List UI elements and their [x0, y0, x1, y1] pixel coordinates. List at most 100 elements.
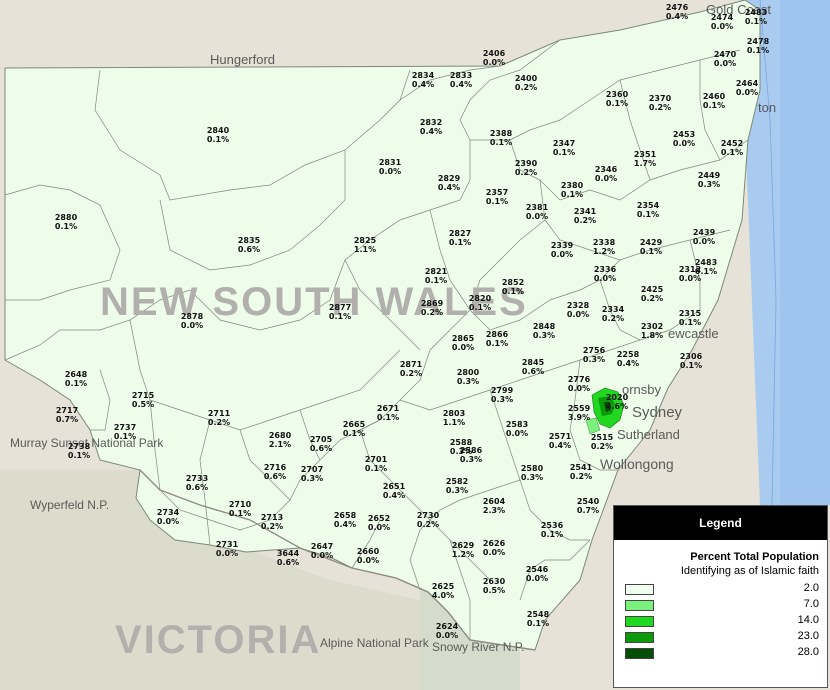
postcode-label[interactable]: 2848 0.3%: [533, 322, 555, 340]
postcode-label[interactable]: 2799 0.3%: [491, 386, 513, 404]
postcode-label[interactable]: 2425 0.2%: [641, 285, 663, 303]
postcode-label[interactable]: 2370 0.2%: [649, 94, 671, 112]
postcode-label[interactable]: 2731 0.0%: [216, 540, 238, 558]
postcode-label[interactable]: 2705 0.6%: [310, 435, 332, 453]
postcode-label[interactable]: 2852 0.1%: [502, 278, 524, 296]
postcode-label[interactable]: 2680 2.1%: [269, 431, 291, 449]
postcode-label[interactable]: 2360 0.1%: [606, 90, 628, 108]
postcode-label[interactable]: 2877 0.1%: [329, 303, 351, 321]
postcode-label[interactable]: 2439 0.0%: [693, 228, 715, 246]
postcode-label[interactable]: 2400 0.2%: [515, 74, 537, 92]
postcode-label[interactable]: 2707 0.3%: [301, 465, 323, 483]
postcode-label[interactable]: 2312 0.0%: [679, 265, 701, 283]
postcode-label[interactable]: 2821 0.1%: [425, 267, 447, 285]
postcode-label[interactable]: 2328 0.0%: [567, 301, 589, 319]
postcode-label[interactable]: 2483 0.1%: [745, 8, 767, 26]
postcode-label[interactable]: 2339 0.0%: [551, 241, 573, 259]
postcode-label[interactable]: 2464 0.0%: [736, 79, 758, 97]
postcode-label[interactable]: 2831 0.0%: [379, 158, 401, 176]
postcode-label[interactable]: 2559 3.9%: [568, 404, 590, 422]
postcode-label[interactable]: 2717 0.7%: [56, 406, 78, 424]
postcode-label[interactable]: 2652 0.0%: [368, 514, 390, 532]
postcode-label[interactable]: 2306 0.1%: [680, 352, 702, 370]
postcode-label[interactable]: 2381 0.0%: [526, 203, 548, 221]
postcode-label[interactable]: 2625 4.0%: [432, 582, 454, 600]
postcode-label[interactable]: 2701 0.1%: [365, 455, 387, 473]
postcode-label[interactable]: 2800 0.3%: [457, 368, 479, 386]
postcode-label[interactable]: 2390 0.2%: [515, 159, 537, 177]
postcode-label[interactable]: 2338 1.2%: [593, 238, 615, 256]
postcode-label[interactable]: 2334 0.2%: [602, 305, 624, 323]
postcode-label[interactable]: 2624 0.0%: [436, 622, 458, 640]
postcode-label[interactable]: 2647 0.0%: [311, 542, 333, 560]
postcode-label[interactable]: 2478 0.1%: [747, 37, 769, 55]
postcode-label[interactable]: 2571 0.4%: [549, 432, 571, 450]
postcode-label[interactable]: 2626 0.0%: [483, 539, 505, 557]
postcode-label[interactable]: 2825 1.1%: [354, 236, 376, 254]
postcode-label[interactable]: 2734 0.0%: [157, 508, 179, 526]
postcode-label[interactable]: 2671 0.1%: [377, 404, 399, 422]
postcode-label[interactable]: 2820 0.1%: [469, 294, 491, 312]
postcode-label[interactable]: 2827 0.1%: [449, 229, 471, 247]
postcode-label[interactable]: 2713 0.2%: [261, 513, 283, 531]
postcode-label[interactable]: 2346 0.0%: [595, 165, 617, 183]
postcode-label[interactable]: 2536 0.1%: [541, 521, 563, 539]
postcode-label[interactable]: 2354 0.1%: [637, 201, 659, 219]
postcode-label[interactable]: 2715 0.5%: [132, 391, 154, 409]
postcode-label[interactable]: 2341 0.2%: [574, 207, 596, 225]
postcode-label[interactable]: 2515 0.2%: [591, 433, 613, 451]
postcode-label[interactable]: 2460 0.1%: [703, 92, 725, 110]
postcode-label[interactable]: 2604 2.3%: [483, 497, 505, 515]
postcode-label[interactable]: 2840 0.1%: [207, 126, 229, 144]
postcode-label[interactable]: 2546 0.0%: [526, 565, 548, 583]
postcode-label[interactable]: 2429 0.1%: [640, 238, 662, 256]
postcode-label[interactable]: 2880 0.1%: [55, 213, 77, 231]
postcode-label[interactable]: 2711 0.2%: [208, 409, 230, 427]
postcode-label[interactable]: 2871 0.2%: [400, 360, 422, 378]
postcode-label[interactable]: 2776 0.0%: [568, 375, 590, 393]
postcode-label[interactable]: 2651 0.4%: [383, 482, 405, 500]
postcode-label[interactable]: 2347 0.1%: [553, 139, 575, 157]
postcode-label[interactable]: 2835 0.6%: [238, 236, 260, 254]
postcode-label[interactable]: 2582 0.3%: [446, 477, 468, 495]
postcode-label[interactable]: 2380 0.1%: [561, 181, 583, 199]
postcode-label[interactable]: 2829 0.4%: [438, 174, 460, 192]
postcode-label[interactable]: 2258 0.4%: [617, 350, 639, 368]
postcode-label[interactable]: 2733 0.6%: [186, 474, 208, 492]
postcode-label[interactable]: 2586 0.3%: [460, 446, 482, 464]
postcode-label[interactable]: 2665 0.1%: [343, 420, 365, 438]
postcode-label[interactable]: 2476 0.4%: [666, 3, 688, 21]
postcode-label[interactable]: 2315 0.1%: [679, 309, 701, 327]
postcode-label[interactable]: 2452 0.1%: [721, 139, 743, 157]
postcode-label[interactable]: 2738 0.1%: [68, 442, 90, 460]
postcode-label[interactable]: 2845 0.6%: [522, 358, 544, 376]
postcode-label[interactable]: 2716 0.6%: [264, 463, 286, 481]
postcode-label[interactable]: 2833 0.4%: [450, 71, 472, 89]
postcode-label[interactable]: 2540 0.7%: [577, 497, 599, 515]
postcode-label[interactable]: 2336 0.0%: [594, 265, 616, 283]
postcode-label[interactable]: 2302 1.8%: [641, 322, 663, 340]
postcode-label[interactable]: 2648 0.1%: [65, 370, 87, 388]
postcode-label[interactable]: 2869 0.2%: [421, 299, 443, 317]
postcode-label[interactable]: 2548 0.1%: [527, 610, 549, 628]
postcode-label[interactable]: 2629 1.2%: [452, 541, 474, 559]
postcode-label[interactable]: 2470 0.0%: [714, 50, 736, 68]
postcode-label[interactable]: 2878 0.0%: [181, 312, 203, 330]
postcode-label[interactable]: 2660 0.0%: [357, 547, 379, 565]
postcode-label[interactable]: 2658 0.4%: [334, 511, 356, 529]
postcode-label[interactable]: 2449 0.3%: [698, 171, 720, 189]
postcode-label[interactable]: 2541 0.2%: [570, 463, 592, 481]
postcode-label[interactable]: 2865 0.0%: [452, 334, 474, 352]
postcode-label[interactable]: 2453 0.0%: [673, 130, 695, 148]
postcode-label[interactable]: 2020 4.6%: [606, 393, 628, 411]
postcode-label[interactable]: 3644 0.6%: [277, 549, 299, 567]
postcode-label[interactable]: 2803 1.1%: [443, 409, 465, 427]
postcode-label[interactable]: 2580 0.3%: [521, 464, 543, 482]
postcode-label[interactable]: 2832 0.4%: [420, 118, 442, 136]
postcode-label[interactable]: 2357 0.1%: [486, 188, 508, 206]
postcode-label[interactable]: 2474 0.0%: [711, 13, 733, 31]
postcode-label[interactable]: 2756 0.3%: [583, 346, 605, 364]
postcode-label[interactable]: 2834 0.4%: [412, 71, 434, 89]
postcode-label[interactable]: 2388 0.1%: [490, 129, 512, 147]
postcode-label[interactable]: 2351 1.7%: [634, 150, 656, 168]
